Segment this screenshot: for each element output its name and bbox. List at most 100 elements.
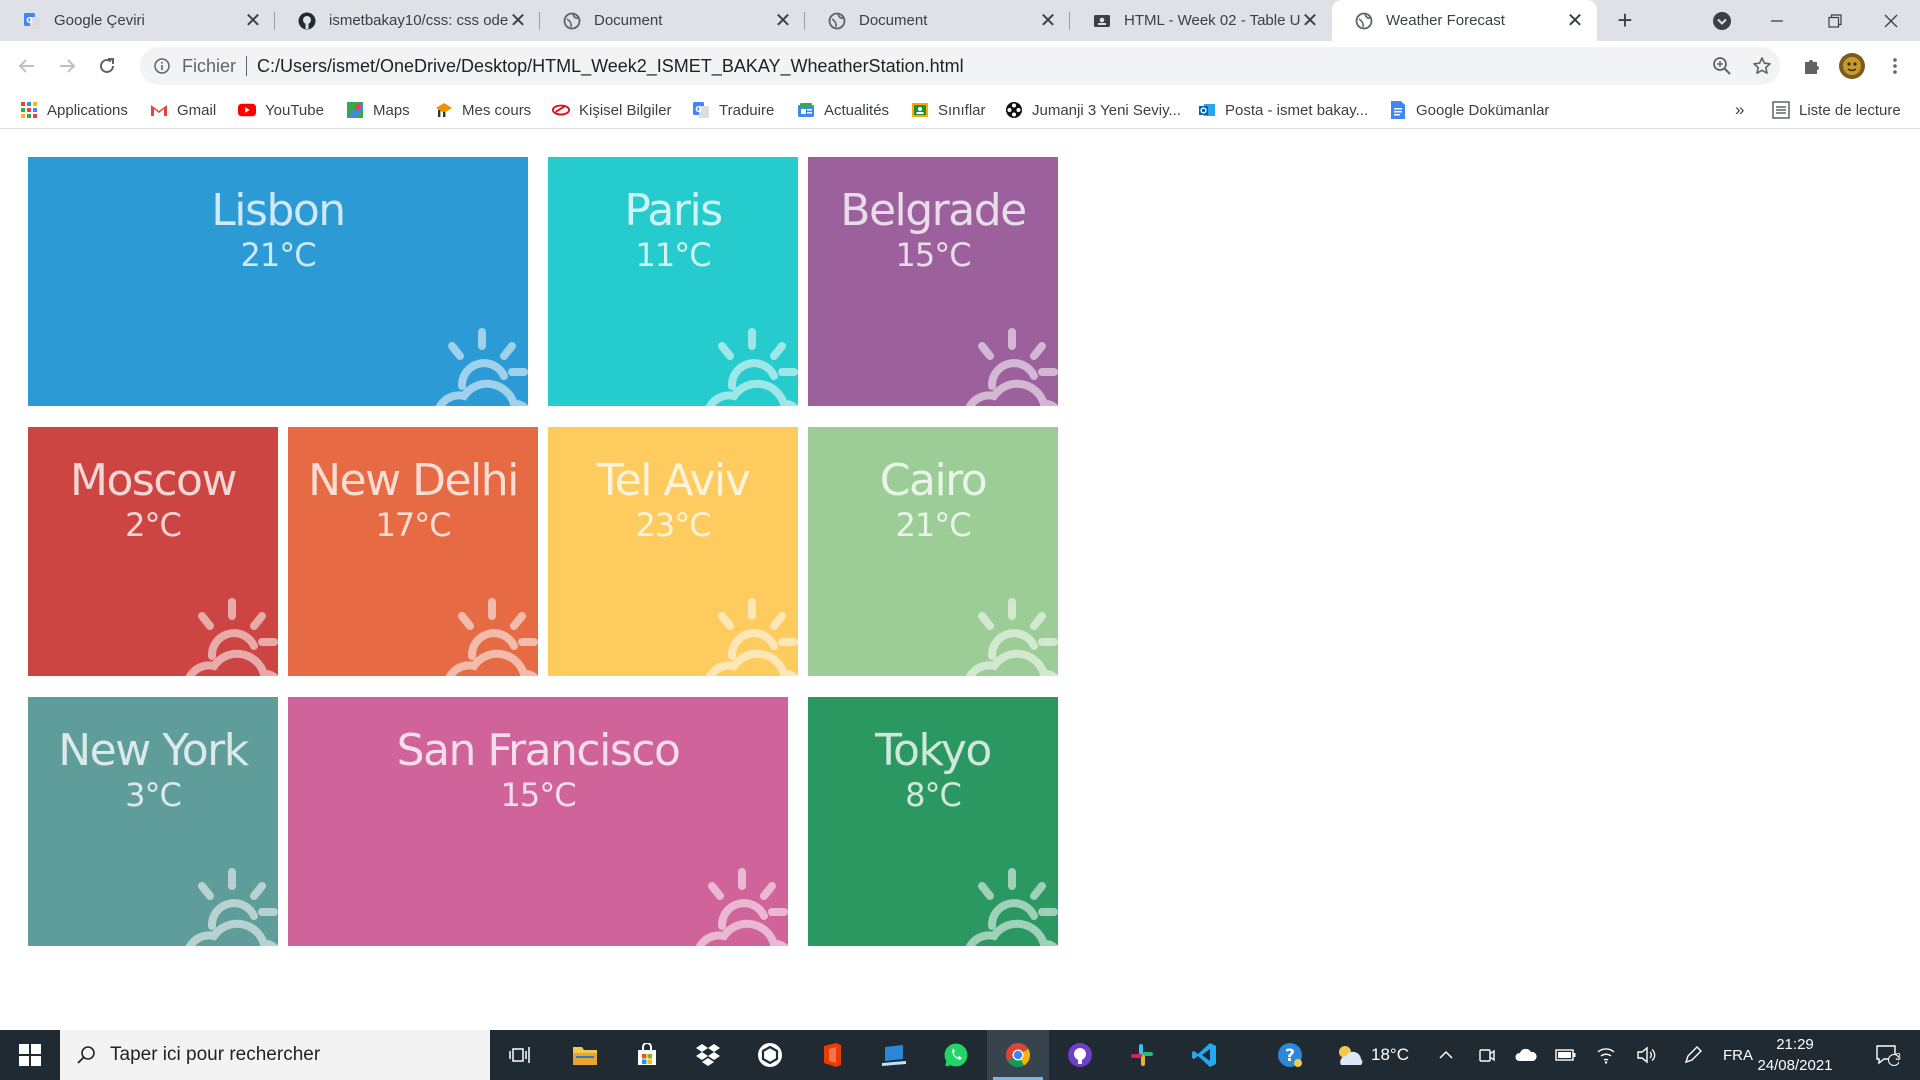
taskbar-whatsapp[interactable] (926, 1030, 986, 1080)
clock[interactable]: 21:29 24/08/2021 (1750, 1034, 1840, 1076)
close-icon[interactable]: ✕ (508, 8, 528, 33)
svg-text:?: ? (1285, 1046, 1295, 1066)
wifi-icon (1597, 1048, 1615, 1064)
taskbar-dropbox[interactable] (678, 1030, 738, 1080)
bookmark-traduire[interactable]: G Traduire (692, 91, 774, 129)
svg-text:G: G (26, 16, 33, 25)
url-text[interactable]: C:/Users/ismet/OneDrive/Desktop/HTML_Wee… (257, 56, 964, 77)
maps-icon (346, 101, 364, 119)
taskbar-search-box[interactable]: Taper ici pour rechercher (60, 1030, 490, 1080)
menu-button[interactable] (1880, 51, 1910, 81)
bookmark-label: Jumanji 3 Yeni Seviy... (1032, 101, 1181, 119)
city-temperature: 23°C (635, 506, 711, 544)
start-button[interactable] (0, 1030, 60, 1080)
city-temperature: 15°C (895, 236, 971, 274)
search-icon (77, 1046, 95, 1064)
bookmark-posta[interactable]: Posta - ismet bakay... (1198, 91, 1368, 129)
new-tab-button[interactable]: + (1610, 6, 1640, 36)
taskbar-office[interactable] (802, 1030, 862, 1080)
bookmark-kisisel-bilgiler[interactable]: Kişisel Bilgiler (552, 91, 672, 129)
zoom-button[interactable] (1707, 51, 1737, 81)
taskbar-unity[interactable] (740, 1030, 800, 1080)
restore-button[interactable] (1806, 0, 1864, 41)
city-temperature: 3°C (125, 776, 182, 814)
notification-center-button[interactable]: 3 (1862, 1030, 1912, 1080)
city-temperature: 11°C (635, 236, 711, 274)
weather-tile-tel-aviv: Tel Aviv 23°C (548, 427, 798, 676)
tray-pen[interactable] (1676, 1030, 1710, 1080)
tab-title: ismetbakay10/css: css odevleri (329, 12, 508, 29)
taskbar-app-blue[interactable] (864, 1030, 924, 1080)
city-name: Moscow (70, 455, 237, 506)
address-bar[interactable]: Fichier C:/Users/ismet/OneDrive/Desktop/… (140, 47, 1780, 85)
kebab-menu-icon (1893, 58, 1897, 74)
tray-battery[interactable] (1550, 1030, 1582, 1080)
city-name: Tokyo (875, 725, 992, 776)
tray-onedrive[interactable] (1510, 1030, 1542, 1080)
bookmark-google-dokumanlar[interactable]: Google Dokümanlar (1389, 91, 1549, 129)
bookmark-gmail[interactable]: Gmail (150, 91, 216, 129)
taskbar-chrome[interactable] (987, 1030, 1049, 1080)
bookmark-jumanji[interactable]: Jumanji 3 Yeni Seviy... (1005, 91, 1181, 129)
tab-html-week02[interactable]: HTML - Week 02 - Table Usage ✕ (1070, 0, 1332, 41)
info-icon[interactable] (154, 58, 170, 74)
search-placeholder: Taper ici pour rechercher (110, 1044, 321, 1065)
cloud-icon (1515, 1048, 1537, 1061)
close-icon[interactable]: ✕ (1565, 8, 1585, 33)
close-icon[interactable]: ✕ (243, 8, 263, 33)
slack-icon (1131, 1044, 1153, 1066)
taskbar-weather-widget[interactable]: 18°C (1322, 1030, 1422, 1080)
close-icon[interactable]: ✕ (1038, 8, 1058, 33)
tab-search-button[interactable] (1693, 0, 1751, 41)
tray-overflow-button[interactable] (1432, 1030, 1460, 1080)
city-temperature: 8°C (905, 776, 962, 814)
taskbar-slack[interactable] (1112, 1030, 1172, 1080)
battery-icon (1555, 1049, 1576, 1061)
taskbar-vscode[interactable] (1174, 1030, 1234, 1080)
tab-google-translate[interactable]: G Google Çeviri ✕ (0, 0, 275, 41)
bookmark-youtube[interactable]: YouTube (238, 91, 324, 129)
taskbar-github-desktop[interactable] (1050, 1030, 1110, 1080)
help-button[interactable]: ? (1268, 1030, 1312, 1080)
windows-logo-icon (19, 1044, 41, 1066)
forward-button[interactable] (52, 51, 82, 81)
partly-cloudy-icon (1339, 1046, 1363, 1065)
tab-document-2[interactable]: Document ✕ (805, 0, 1070, 41)
taskbar-store[interactable] (617, 1030, 677, 1080)
close-icon[interactable]: ✕ (1300, 8, 1320, 33)
bookmark-actualites[interactable]: Actualités (797, 91, 889, 129)
bookmark-maps[interactable]: Maps (346, 91, 410, 129)
chevron-up-icon (1439, 1050, 1453, 1059)
task-view-button[interactable] (490, 1030, 550, 1080)
tray-wifi[interactable] (1590, 1030, 1622, 1080)
profile-button[interactable] (1837, 51, 1867, 81)
tab-github[interactable]: ismetbakay10/css: css odevleri ✕ (275, 0, 540, 41)
reading-list-button[interactable]: Liste de lecture (1772, 91, 1901, 129)
globe-icon (562, 11, 582, 31)
close-icon[interactable]: ✕ (773, 8, 793, 33)
minimize-button[interactable] (1748, 0, 1806, 41)
weather-tile-moscow: Moscow 2°C (28, 427, 278, 676)
partly-sunny-icon (954, 864, 1058, 946)
apps-grid-icon (20, 101, 38, 119)
reload-button[interactable] (92, 51, 122, 81)
close-window-button[interactable] (1862, 0, 1920, 41)
bookmarks-bar: Applications Gmail YouTube Maps Mes cour… (0, 91, 1920, 129)
bookmark-mes-cours[interactable]: Mes cours (435, 91, 531, 129)
bookmark-siniflar[interactable]: Sınıflar (911, 91, 986, 129)
bookmark-star-button[interactable] (1747, 51, 1777, 81)
bookmark-applications[interactable]: Applications (20, 91, 128, 129)
bookmark-label: Mes cours (462, 101, 532, 119)
tab-weather-forecast[interactable]: Weather Forecast ✕ (1332, 0, 1597, 41)
bookmark-label: Kişisel Bilgiler (579, 101, 672, 119)
tray-meet-now[interactable] (1472, 1030, 1502, 1080)
tab-document-1[interactable]: Document ✕ (540, 0, 805, 41)
puzzle-icon (1805, 60, 1819, 74)
extensions-button[interactable] (1797, 51, 1827, 81)
bookmarks-overflow-button[interactable]: » (1735, 91, 1744, 129)
tray-volume[interactable] (1630, 1030, 1662, 1080)
back-button[interactable] (12, 51, 42, 81)
back-arrow-icon (18, 59, 34, 73)
city-temperature: 21°C (895, 506, 971, 544)
taskbar-file-explorer[interactable] (555, 1030, 615, 1080)
